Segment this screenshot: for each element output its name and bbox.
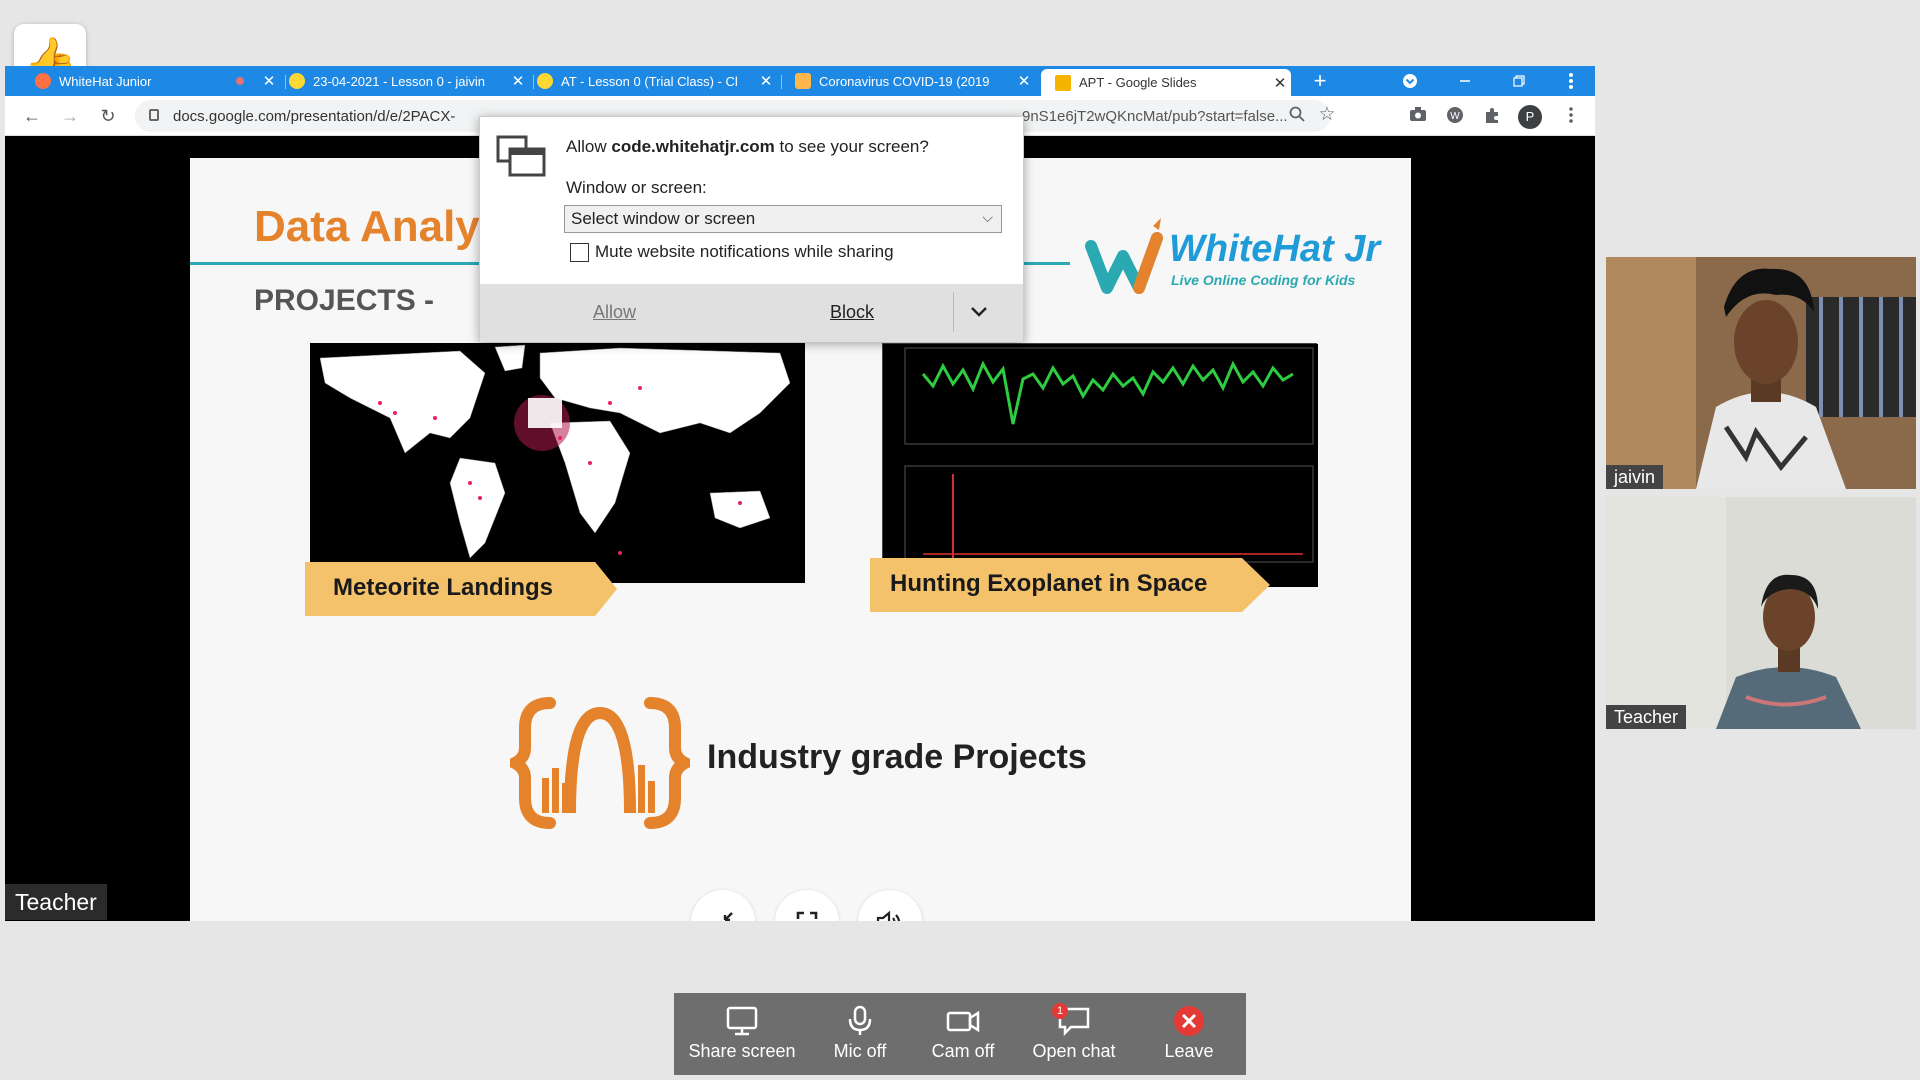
svg-text:W: W <box>1450 111 1460 122</box>
collapse-icon <box>723 912 733 921</box>
profile-avatar[interactable]: P <box>1518 105 1542 129</box>
participant-video <box>1606 257 1916 489</box>
slides-favicon <box>1055 74 1071 91</box>
participant-name: Teacher <box>1606 705 1687 729</box>
tab-lesson-jaivin[interactable]: 23-04-2021 - Lesson 0 - jaivin ✕ <box>289 66 529 96</box>
tab-whitehat-junior[interactable]: WhiteHat Junior ✕ <box>35 66 280 96</box>
share-screen-button[interactable]: Share screen <box>674 993 810 1075</box>
camera-extension-icon[interactable] <box>1408 106 1428 126</box>
wp-extension-icon[interactable]: W <box>1445 106 1465 126</box>
leave-x-icon <box>1174 1006 1204 1036</box>
mute-notifications-checkbox[interactable] <box>570 243 589 262</box>
block-button[interactable]: Block <box>830 302 874 323</box>
cam-off-button[interactable]: Cam off <box>910 993 1016 1075</box>
exoplanet-plot-image <box>882 343 1318 587</box>
back-icon[interactable]: ← <box>19 104 45 128</box>
allow-button[interactable]: Allow <box>593 302 636 323</box>
reload-icon[interactable]: ↻ <box>95 104 121 128</box>
more-options-chevron-icon[interactable] <box>970 298 988 324</box>
extensions-puzzle-icon[interactable] <box>1482 106 1502 126</box>
recording-dot-icon <box>236 77 244 85</box>
slide-subtitle: PROJECTS - <box>254 284 435 317</box>
slide-title: Data Analys <box>254 202 505 251</box>
close-window-icon[interactable] <box>1551 66 1591 96</box>
close-tab-icon[interactable]: ✕ <box>1013 72 1035 90</box>
close-tab-icon[interactable]: ✕ <box>507 72 529 90</box>
leave-button[interactable]: Leave <box>1132 993 1246 1075</box>
window-or-screen-select[interactable]: Select window or screen ⌵ <box>564 205 1002 233</box>
project-label-exoplanet: Hunting Exoplanet in Space <box>890 570 1208 597</box>
exit-fullscreen-button[interactable] <box>691 890 755 921</box>
microphone-icon <box>848 1005 872 1035</box>
lesson-favicon <box>289 73 305 89</box>
lesson-favicon <box>537 73 553 89</box>
fullscreen-button[interactable] <box>775 890 839 921</box>
world-map-image <box>310 343 805 583</box>
camera-icon <box>946 1010 980 1033</box>
window-or-screen-label: Window or screen: <box>566 178 707 197</box>
unread-chat-badge: 1 <box>1052 1003 1068 1019</box>
zoom-icon[interactable] <box>1287 106 1307 126</box>
mute-notifications-label[interactable]: Mute website notifications while sharing <box>595 242 894 262</box>
close-tab-icon[interactable]: ✕ <box>1269 74 1291 92</box>
project-label-meteorite: Meteorite Landings <box>333 574 554 601</box>
whitehat-w-icon <box>1085 218 1163 294</box>
url-text: docs.google.com/presentation/d/e/2PACX- <box>173 108 456 125</box>
screen-share-permission-dialog: Allow code.whitehatjr.com to see your sc… <box>479 116 1024 342</box>
brand-tagline: Live Online Coding for Kids <box>1171 272 1356 288</box>
monitor-icon <box>726 1006 758 1036</box>
restore-icon[interactable] <box>1499 66 1539 96</box>
url-text-tail: 9nS1e6jT2wQKncMat/pub?start=false... <box>1022 108 1288 125</box>
permission-message: Allow code.whitehatjr.com to see your sc… <box>566 137 929 156</box>
close-tab-icon[interactable]: ✕ <box>755 72 777 90</box>
whitehat-jr-logo: WhiteHat Jr Live Online Coding for Kids <box>1085 216 1385 296</box>
new-tab-button[interactable]: + <box>1300 66 1340 96</box>
participant-tile-jaivin[interactable]: jaivin <box>1606 257 1916 489</box>
tab-trial-class[interactable]: AT - Lesson 0 (Trial Class) - Cl ✕ <box>537 66 777 96</box>
fullscreen-icon <box>796 911 818 919</box>
requesting-domain: code.whitehatjr.com <box>611 137 775 156</box>
close-tab-icon[interactable]: ✕ <box>258 72 280 90</box>
chevron-down-icon: ⌵ <box>982 209 993 225</box>
tab-google-slides[interactable]: APT - Google Slides ✕ <box>1041 69 1291 96</box>
screen-share-icon <box>496 135 546 177</box>
speaker-icon <box>876 910 900 921</box>
industry-projects-icon <box>501 693 699 833</box>
whitehat-favicon <box>35 73 51 89</box>
industry-grade-text: Industry grade Projects <box>707 738 1087 776</box>
volume-button[interactable] <box>858 890 922 921</box>
minimize-icon[interactable] <box>1445 66 1485 96</box>
open-chat-button[interactable]: 1 Open chat <box>1016 993 1132 1075</box>
mic-off-button[interactable]: Mic off <box>810 993 910 1075</box>
browser-menu-icon[interactable] <box>1561 106 1581 126</box>
shared-screen-owner-label: Teacher <box>5 884 107 920</box>
brand-name: WhiteHat Jr <box>1169 228 1381 270</box>
tab-search-icon[interactable] <box>1390 66 1430 96</box>
call-control-bar: Share screen Mic off Cam off 1 Open chat… <box>674 993 1246 1075</box>
participant-name: jaivin <box>1606 465 1664 489</box>
lock-icon <box>149 109 159 121</box>
tab-coronavirus[interactable]: Coronavirus COVID-19 (2019 ✕ <box>795 66 1035 96</box>
forward-icon[interactable]: → <box>57 104 83 128</box>
participant-tile-teacher[interactable]: Teacher <box>1606 497 1916 729</box>
participant-video <box>1606 497 1916 729</box>
permission-actions: Allow Block <box>480 284 1023 342</box>
bookmark-star-icon[interactable]: ☆ <box>1317 105 1337 125</box>
covid-favicon <box>795 73 811 89</box>
browser-tab-strip: WhiteHat Junior ✕ 23-04-2021 - Lesson 0 … <box>5 66 1595 96</box>
